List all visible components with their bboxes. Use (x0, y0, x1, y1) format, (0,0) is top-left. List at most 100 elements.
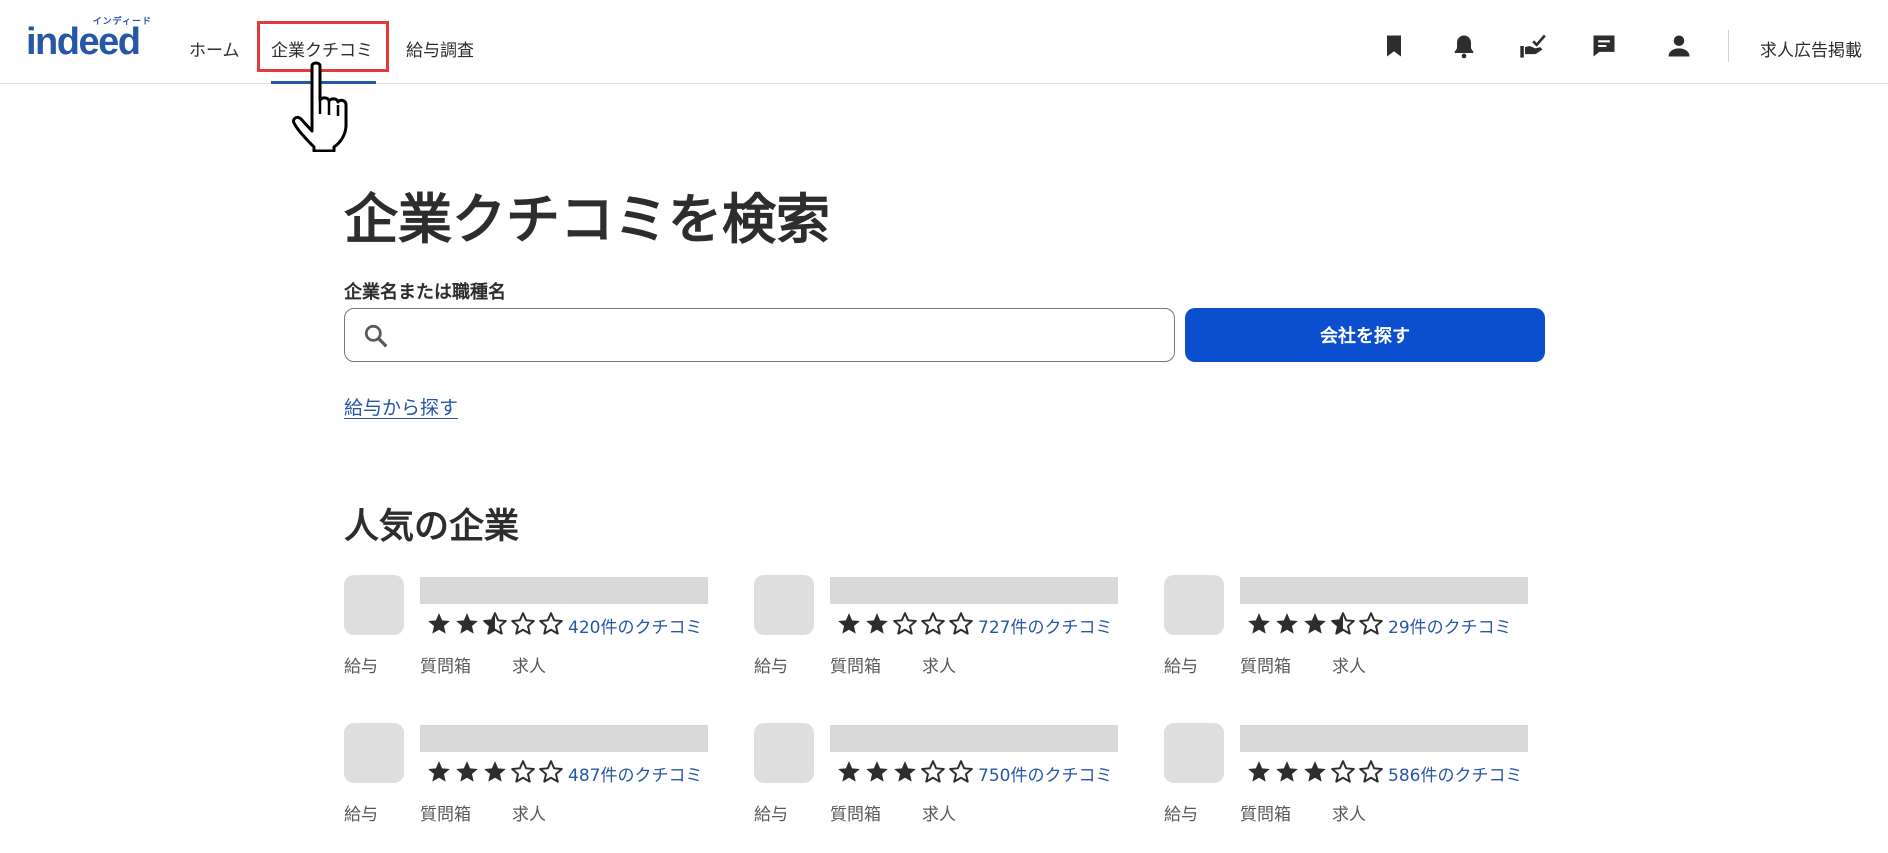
search-box[interactable] (344, 308, 1175, 362)
company-logo[interactable] (344, 723, 404, 783)
star-full-icon (1302, 761, 1330, 782)
star-empty-icon (892, 612, 920, 635)
star-empty-icon (920, 612, 948, 635)
review-count-link[interactable]: 750件のクチコミ (978, 761, 1112, 786)
star-full-icon (892, 761, 920, 782)
star-full-icon (864, 613, 892, 634)
my-jobs-icon[interactable] (1518, 32, 1546, 60)
company-name-placeholder[interactable] (830, 725, 1118, 752)
star-full-icon (454, 761, 482, 782)
nav-salary[interactable]: 給与調査 (406, 36, 474, 61)
company-card[interactable]: 750件のクチコミ 給与 質問箱 求人 (754, 723, 1154, 833)
star-rating (836, 759, 976, 785)
jobs-link[interactable]: 求人 (922, 652, 956, 677)
jobs-link[interactable]: 求人 (1332, 652, 1366, 677)
indeed-logo[interactable]: インディード indeed (26, 14, 160, 63)
qa-link[interactable]: 質問箱 (830, 800, 881, 825)
popular-companies-heading: 人気の企業 (344, 507, 520, 547)
jobs-link[interactable]: 求人 (922, 800, 956, 825)
search-icon (363, 323, 389, 349)
star-full-icon (482, 761, 510, 782)
star-half-icon (482, 612, 510, 635)
company-name-placeholder[interactable] (1240, 577, 1528, 604)
company-name-placeholder[interactable] (1240, 725, 1528, 752)
company-logo[interactable] (1164, 575, 1224, 635)
qa-link[interactable]: 質問箱 (1240, 800, 1291, 825)
company-name-placeholder[interactable] (420, 577, 708, 604)
star-empty-icon (1358, 612, 1386, 635)
review-count-link[interactable]: 727件のクチコミ (978, 613, 1112, 638)
star-full-icon (1246, 761, 1274, 782)
bookmark-icon[interactable] (1380, 32, 1408, 60)
company-name-placeholder[interactable] (830, 577, 1118, 604)
search-label: 企業名または職種名 (344, 282, 506, 303)
star-half-icon (1330, 612, 1358, 635)
company-logo[interactable] (344, 575, 404, 635)
star-empty-icon (510, 612, 538, 635)
star-empty-icon (510, 760, 538, 783)
salary-link[interactable]: 給与 (1164, 800, 1198, 825)
star-empty-icon (1330, 760, 1358, 783)
star-rating (1246, 759, 1386, 785)
star-full-icon (864, 761, 892, 782)
review-count-link[interactable]: 487件のクチコミ (568, 761, 702, 786)
salary-link[interactable]: 給与 (754, 652, 788, 677)
star-full-icon (426, 613, 454, 634)
post-job-link[interactable]: 求人広告掲載 (1760, 36, 1862, 61)
company-card[interactable]: 420件のクチコミ 給与 質問箱 求人 (344, 575, 744, 685)
star-full-icon (1302, 613, 1330, 634)
star-full-icon (426, 761, 454, 782)
star-rating (1246, 611, 1386, 637)
company-logo[interactable] (754, 575, 814, 635)
page-title: 企業クチコミを検索 (344, 188, 830, 251)
star-empty-icon (948, 760, 976, 783)
star-rating (426, 611, 566, 637)
star-full-icon (1246, 613, 1274, 634)
salary-link[interactable]: 給与 (1164, 652, 1198, 677)
qa-link[interactable]: 質問箱 (420, 652, 471, 677)
top-header: インディード indeed ホーム 企業クチコミ 給与調査 求人広告掲載 (0, 0, 1888, 84)
company-card[interactable]: 29件のクチコミ 給与 質問箱 求人 (1164, 575, 1564, 685)
qa-link[interactable]: 質問箱 (830, 652, 881, 677)
search-input[interactable] (401, 315, 1165, 357)
salary-link[interactable]: 給与 (344, 800, 378, 825)
company-logo[interactable] (754, 723, 814, 783)
qa-link[interactable]: 質問箱 (420, 800, 471, 825)
logo-wordmark: indeed (26, 21, 141, 63)
company-logo[interactable] (1164, 723, 1224, 783)
star-full-icon (836, 613, 864, 634)
star-empty-icon (948, 612, 976, 635)
hand-cursor-icon (288, 60, 358, 153)
star-empty-icon (538, 760, 566, 783)
nav-home[interactable]: ホーム (189, 36, 240, 61)
star-rating (426, 759, 566, 785)
star-full-icon (836, 761, 864, 782)
find-company-button[interactable]: 会社を探す (1185, 308, 1545, 362)
user-icon[interactable] (1665, 32, 1693, 60)
star-empty-icon (1358, 760, 1386, 783)
star-full-icon (1274, 761, 1302, 782)
company-name-placeholder[interactable] (420, 725, 708, 752)
jobs-link[interactable]: 求人 (512, 800, 546, 825)
jobs-link[interactable]: 求人 (1332, 800, 1366, 825)
salary-link[interactable]: 給与 (754, 800, 788, 825)
star-rating (836, 611, 976, 637)
find-by-salary-link[interactable]: 給与から探す (344, 393, 458, 420)
popular-companies-grid: 420件のクチコミ 給与 質問箱 求人 727件のクチコミ 給与 質問箱 求人 … (344, 575, 1544, 825)
header-divider (1728, 30, 1729, 62)
jobs-link[interactable]: 求人 (512, 652, 546, 677)
star-empty-icon (538, 612, 566, 635)
company-card[interactable]: 586件のクチコミ 給与 質問箱 求人 (1164, 723, 1564, 833)
star-full-icon (454, 613, 482, 634)
salary-link[interactable]: 給与 (344, 652, 378, 677)
company-card[interactable]: 487件のクチコミ 給与 質問箱 求人 (344, 723, 744, 833)
company-card[interactable]: 727件のクチコミ 給与 質問箱 求人 (754, 575, 1154, 685)
review-count-link[interactable]: 586件のクチコミ (1388, 761, 1522, 786)
bell-icon[interactable] (1450, 32, 1478, 60)
star-full-icon (1274, 613, 1302, 634)
message-icon[interactable] (1590, 32, 1618, 60)
review-count-link[interactable]: 29件のクチコミ (1388, 613, 1512, 638)
star-empty-icon (920, 760, 948, 783)
review-count-link[interactable]: 420件のクチコミ (568, 613, 702, 638)
qa-link[interactable]: 質問箱 (1240, 652, 1291, 677)
